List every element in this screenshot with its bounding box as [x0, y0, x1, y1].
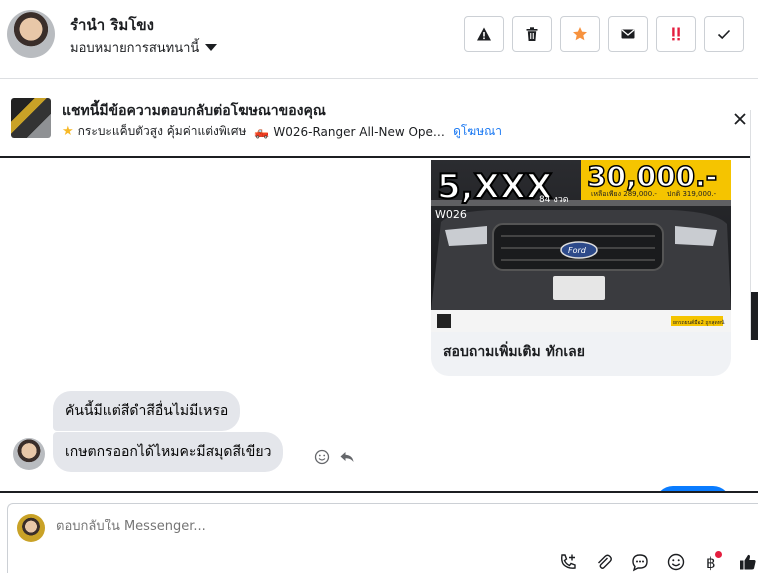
header-actions — [464, 16, 744, 52]
star-button[interactable] — [560, 16, 600, 52]
reply-arrow-icon[interactable] — [339, 449, 355, 465]
ad-reply-notice: แชทนี้มีข้อความตอบกลับต่อโฆษณาของคุณ ★ ก… — [0, 80, 758, 158]
ad-full-price: ปกติ 319,000.- — [667, 190, 717, 198]
composer-toolbar: ฿ — [550, 550, 758, 573]
check-icon — [717, 29, 731, 40]
star-icon — [573, 27, 587, 41]
urgent-button[interactable] — [656, 16, 696, 52]
svg-text:฿: ฿ — [706, 554, 716, 572]
exclamation-icon — [672, 27, 680, 41]
ad-car-image: 5,XXX 84 งวด 30,000.- เหลือเพียง 289,000… — [431, 160, 731, 332]
ad-thumbnail[interactable] — [11, 98, 51, 138]
incoming-message[interactable]: เกษตกรออกได้ไหมคะมีสมุดสีเขียว — [53, 432, 284, 472]
ad-subtitle-text: กระบะแค็บตัวสูง คุ้มค่าแต่งพิเศษ — [77, 124, 247, 138]
envelope-icon — [621, 29, 635, 39]
delete-button[interactable] — [512, 16, 552, 52]
attachment-icon — [598, 554, 612, 569]
trash-icon — [526, 27, 538, 41]
ad-dealer: ยกรถยนต์มือ2 ถูกสุดหน้ — [673, 319, 725, 326]
ad-badge: Ford — [568, 246, 587, 255]
ad-price-small: 5,XXX — [437, 167, 552, 207]
mail-button[interactable] — [608, 16, 648, 52]
saved-reply-button[interactable] — [622, 550, 658, 573]
thumbs-up-icon — [740, 554, 756, 570]
close-icon[interactable] — [732, 111, 748, 127]
inbox-conversation: รำนำ ริมโขง มอบหมายการสนทนานี้ แชทนี้มีข… — [0, 0, 758, 573]
contact-name[interactable]: รำนำ ริมโขง — [70, 13, 154, 37]
view-ad-link[interactable]: ดูโฆษณา — [453, 122, 502, 141]
reply-composer: ฿ — [7, 503, 758, 573]
emoji-icon — [667, 553, 685, 571]
ad-card-caption: สอบถามเพิ่มเติม ทักเลย — [443, 344, 585, 360]
saved-reply-icon — [632, 554, 648, 572]
message-thread: 5,XXX 84 งวด 30,000.- เหลือเพียง 289,000… — [0, 160, 758, 492]
reply-input[interactable] — [56, 519, 616, 534]
emoji-button[interactable] — [658, 550, 694, 573]
attach-button[interactable] — [586, 550, 622, 573]
composer-divider — [0, 491, 758, 493]
ad-remain: เหลือเพียง 289,000.- — [591, 190, 657, 198]
assign-dropdown[interactable]: มอบหมายการสนทนานี้ — [70, 37, 218, 58]
ad-image[interactable]: 5,XXX 84 งวด 30,000.- เหลือเพียง 289,000… — [431, 160, 731, 332]
assign-label: มอบหมายการสนทนานี้ — [70, 41, 200, 56]
call-add-button[interactable] — [550, 550, 586, 573]
ad-months: 84 งวด — [539, 195, 569, 205]
caret-down-icon — [205, 44, 218, 51]
done-button[interactable] — [704, 16, 744, 52]
contact-avatar[interactable] — [7, 10, 55, 58]
like-button[interactable] — [730, 550, 758, 573]
ad-model-text: W026-Ranger All-New Open C... — [273, 124, 445, 139]
truck-emoji-icon: 🛻 — [254, 124, 270, 139]
warning-icon — [477, 27, 491, 41]
sender-avatar[interactable] — [13, 438, 45, 470]
ad-notice-title: แชทนี้มีข้อความตอบกลับต่อโฆษณาของคุณ — [62, 103, 326, 119]
ad-code: W026 — [435, 208, 467, 221]
notification-dot — [715, 551, 722, 558]
ad-notice-subtitle: ★ กระบะแค็บตัวสูง คุ้มค่าแต่งพิเศษ 🛻 W02… — [62, 122, 502, 141]
star-emoji-icon: ★ — [62, 124, 74, 139]
call-add-icon — [561, 554, 576, 569]
incoming-message[interactable]: คันนี้มีแต่สีดำสีอื่นไม่มีเหรอ — [53, 391, 241, 431]
side-panel-edge — [750, 110, 758, 340]
ad-price-big: 30,000.- — [587, 160, 717, 193]
ad-message-card[interactable]: 5,XXX 84 งวด 30,000.- เหลือเพียง 289,000… — [431, 160, 731, 376]
warning-button[interactable] — [464, 16, 504, 52]
react-emoji-icon[interactable] — [314, 449, 330, 465]
conversation-header: รำนำ ริมโขง มอบหมายการสนทนานี้ — [0, 0, 758, 79]
payment-button[interactable]: ฿ — [694, 550, 730, 573]
page-avatar — [17, 514, 45, 542]
